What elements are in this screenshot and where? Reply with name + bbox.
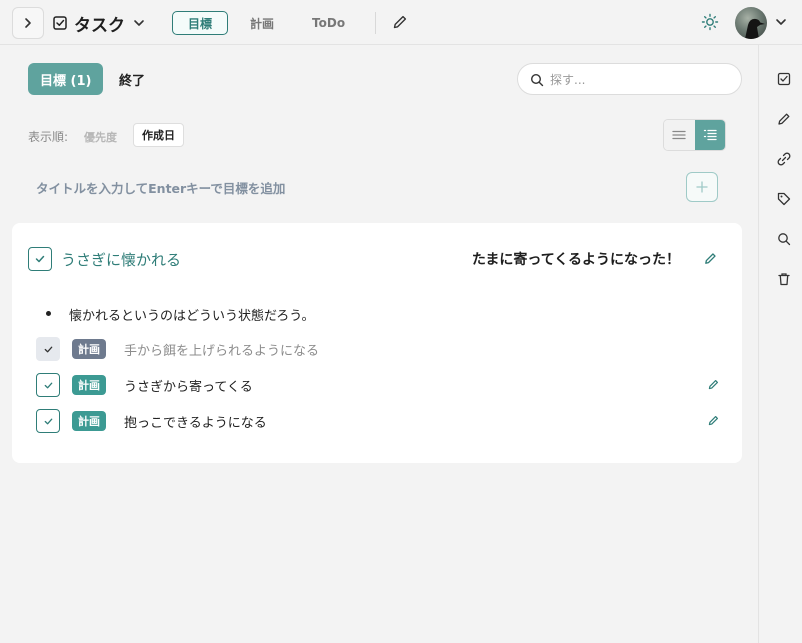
check-icon	[35, 255, 45, 263]
view-tabs: 目標 計画 ToDo	[172, 11, 361, 35]
search-icon	[530, 73, 544, 87]
plan-edit-button[interactable]	[707, 414, 720, 427]
pencil-icon	[705, 253, 716, 264]
pencil-icon	[393, 15, 407, 29]
bullet-icon	[46, 311, 51, 316]
sort-by-created[interactable]: 作成日	[133, 123, 184, 147]
sort-by-priority[interactable]: 優先度	[84, 129, 117, 145]
rail-tag-button[interactable]	[776, 191, 792, 207]
theme-toggle-button[interactable]	[701, 13, 719, 31]
compact-view-button[interactable]	[664, 120, 695, 150]
sun-icon	[701, 13, 719, 31]
app-title: タスク	[74, 15, 125, 36]
pencil-icon	[708, 415, 719, 426]
check-icon	[44, 418, 52, 424]
app-title-dropdown[interactable]: タスク	[52, 11, 145, 36]
right-toolbar	[758, 45, 802, 643]
tag-icon	[777, 192, 791, 206]
search-icon	[778, 233, 791, 246]
divider	[375, 12, 376, 34]
check-icon	[44, 382, 52, 388]
plan-checkbox[interactable]	[36, 373, 60, 397]
goal-edit-button[interactable]	[703, 251, 718, 266]
check-icon	[44, 346, 52, 352]
view-toggle	[663, 119, 726, 151]
search-box	[517, 63, 742, 95]
rail-search-button[interactable]	[776, 231, 792, 247]
top-bar: タスク 目標 計画 ToDo	[0, 0, 802, 45]
rail-delete-button[interactable]	[776, 271, 792, 287]
tab-todo[interactable]: ToDo	[296, 11, 361, 35]
search-input[interactable]	[550, 70, 730, 90]
chevron-right-icon	[25, 18, 31, 28]
detail-view-button[interactable]	[694, 120, 725, 150]
chevron-down-icon	[776, 19, 786, 25]
add-goal-button[interactable]	[686, 172, 718, 202]
account-menu-button[interactable]	[775, 16, 787, 28]
link-icon	[777, 152, 791, 166]
completed-filter-button[interactable]: 終了	[108, 63, 156, 95]
plan-tag: 計画	[72, 375, 106, 395]
rail-tasks-button[interactable]	[776, 71, 792, 87]
tab-plans[interactable]: 計画	[234, 11, 290, 35]
plan-text: 手から餌を上げられるようになる	[124, 344, 320, 359]
goal-card: うさぎに懐かれる たまに寄ってくるようになった！ 懐かれるというのはどういう状態…	[12, 223, 742, 463]
plan-row: 計画 手から餌を上げられるようになる	[36, 337, 726, 361]
rail-edit-button[interactable]	[776, 111, 792, 127]
chevron-down-icon	[134, 20, 144, 26]
plan-tag: 計画	[72, 411, 106, 431]
checkbox-icon	[53, 16, 67, 30]
goal-checkbox[interactable]	[28, 247, 52, 271]
tab-goals[interactable]: 目標	[172, 11, 229, 35]
plus-icon	[696, 181, 708, 193]
edit-button[interactable]	[391, 13, 409, 31]
trash-icon	[778, 273, 790, 286]
goals-filter-button[interactable]: 目標 (1)	[28, 63, 104, 95]
goal-description: 懐かれるというのはどういう状態だろう。	[69, 309, 315, 324]
checkbox-icon	[777, 72, 791, 86]
plan-row: 計画 うさぎから寄ってくる	[36, 373, 726, 397]
list-icon	[703, 129, 717, 141]
menu-icon	[672, 130, 686, 140]
expand-sidebar-button[interactable]	[12, 7, 44, 39]
sort-label: 表示順:	[28, 130, 69, 144]
plan-edit-button[interactable]	[707, 378, 720, 391]
plan-checkbox[interactable]	[36, 409, 60, 433]
add-goal-input[interactable]	[28, 174, 668, 202]
plan-checkbox[interactable]	[36, 337, 60, 361]
avatar[interactable]	[735, 7, 767, 39]
plan-tag: 計画	[72, 339, 106, 359]
avatar-image	[745, 18, 765, 39]
pencil-icon	[778, 113, 790, 125]
rail-link-button[interactable]	[776, 151, 792, 167]
plan-text: うさぎから寄ってくる	[124, 380, 253, 395]
plan-text: 抱っこできるようになる	[124, 416, 267, 431]
goal-title[interactable]: うさぎに懐かれる	[61, 249, 181, 270]
goal-note: たまに寄ってくるようになった！	[471, 252, 680, 268]
plan-row: 計画 抱っこできるようになる	[36, 409, 726, 433]
pencil-icon	[708, 379, 719, 390]
